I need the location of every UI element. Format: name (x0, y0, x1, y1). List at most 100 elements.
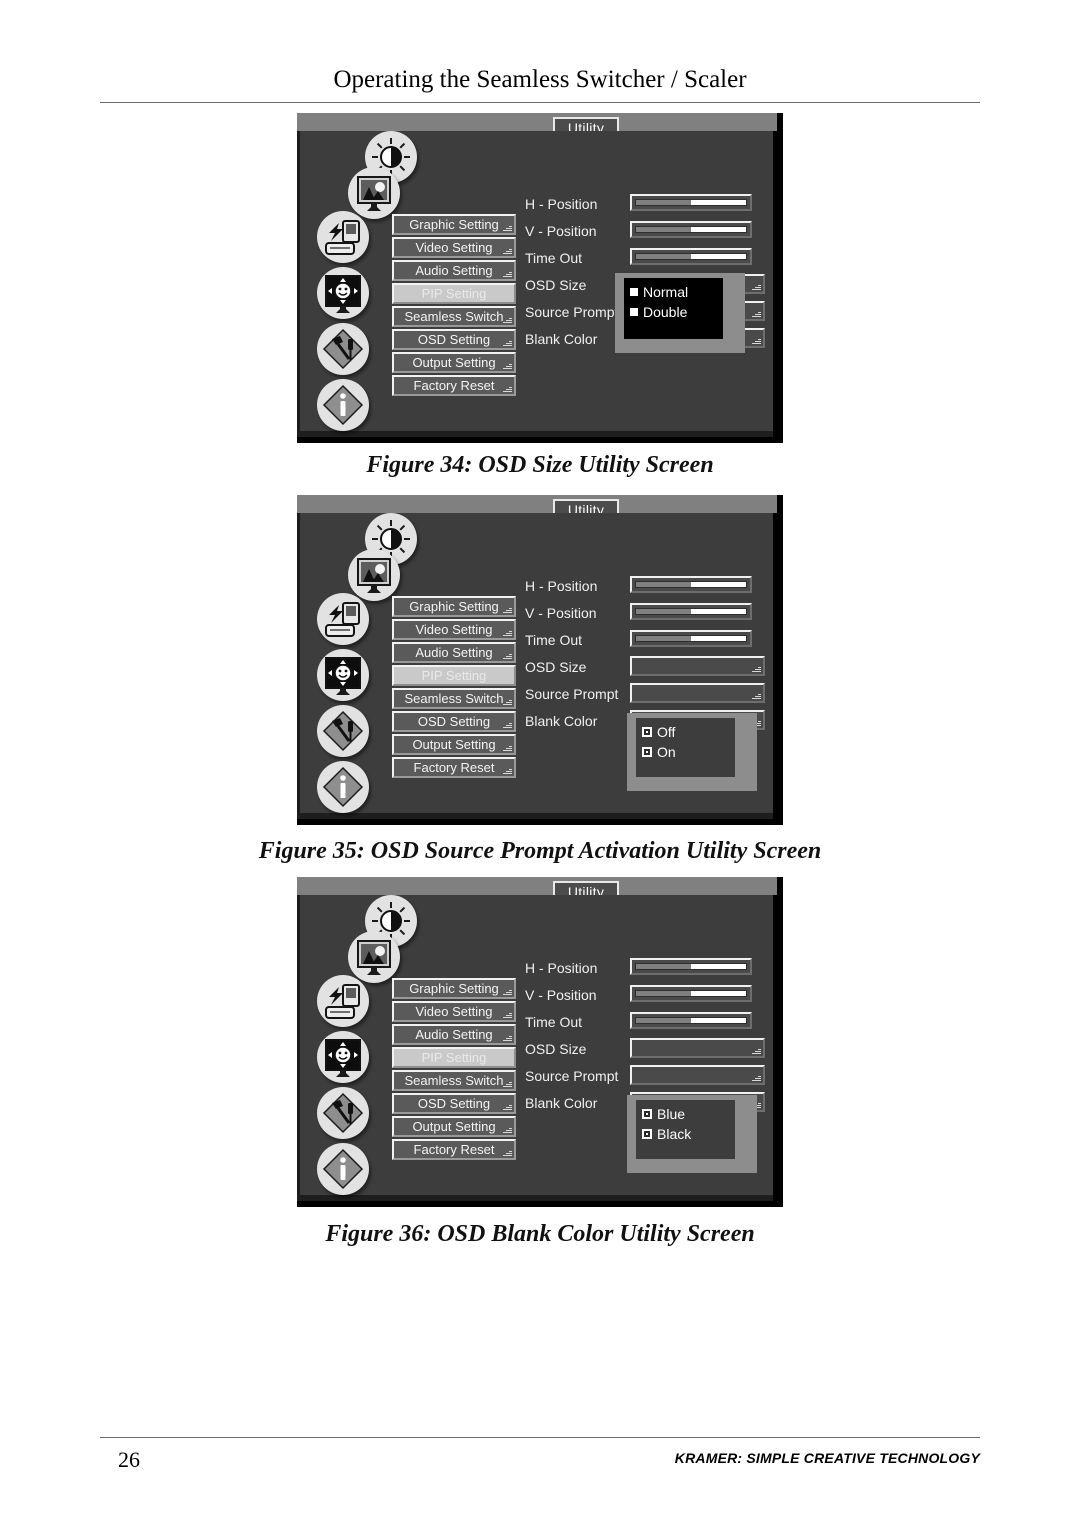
resize-grip-icon (503, 1126, 512, 1134)
slider-h-position[interactable] (630, 958, 752, 975)
menu-item-pip-setting[interactable]: PIP Setting (392, 665, 516, 686)
dropdown-option-normal[interactable]: Normal (630, 282, 717, 302)
header-divider (100, 102, 980, 103)
resize-grip-icon (503, 606, 512, 614)
menu-item-pip-setting[interactable]: PIP Setting (392, 1047, 516, 1068)
resize-grip-icon (503, 385, 512, 393)
setting-label: Blank Color (525, 1095, 598, 1111)
slider-time-out[interactable] (630, 248, 752, 265)
resize-grip-icon (752, 1074, 761, 1082)
menu-item-output-setting[interactable]: Output Setting (392, 734, 516, 755)
dropdown-option-off[interactable]: Off (642, 722, 729, 742)
option-bullet-icon (630, 308, 638, 316)
setting-row-v-position: V - Position (525, 220, 777, 247)
osd-screenshot-figure-34: Utility Graphic Setting Video Setting Audio… (297, 113, 783, 443)
menu-item-video-setting[interactable]: Video Setting (392, 619, 516, 640)
osd-menu-list: Graphic Setting Video Setting Audio Settin… (392, 596, 516, 780)
menu-item-osd-setting[interactable]: OSD Setting (392, 329, 516, 350)
slider-h-position[interactable] (630, 194, 752, 211)
page-number: 26 (118, 1447, 140, 1472)
menu-item-video-setting[interactable]: Video Setting (392, 237, 516, 258)
resize-grip-icon (752, 1047, 761, 1055)
menu-item-seamless-switch[interactable]: Seamless Switch (392, 1070, 516, 1091)
menu-item-osd-setting[interactable]: OSD Setting (392, 1093, 516, 1114)
slider-time-out[interactable] (630, 630, 752, 647)
resize-grip-icon (503, 988, 512, 996)
info-icon[interactable] (317, 1143, 369, 1195)
dropdown-option-double[interactable]: Double (630, 302, 717, 322)
figure-caption-35: Figure 35: OSD Source Prompt Activation … (258, 838, 822, 864)
info-icon[interactable] (317, 761, 369, 813)
menu-item-video-setting[interactable]: Video Setting (392, 1001, 516, 1022)
resize-grip-icon (752, 337, 761, 345)
dropdown-option-black[interactable]: Black (642, 1124, 729, 1144)
slider-fill (691, 227, 746, 232)
slider-fill (691, 582, 746, 587)
slider-v-position[interactable] (630, 985, 752, 1002)
combo-osd-size[interactable] (630, 1038, 765, 1058)
dropdown-option-on[interactable]: On (642, 742, 729, 762)
resize-grip-icon (503, 1149, 512, 1157)
combo-source-prompt[interactable] (630, 683, 765, 703)
setting-row-h-position: H - Position (525, 575, 777, 602)
menu-item-osd-setting[interactable]: OSD Setting (392, 711, 516, 732)
menu-item-pip-setting[interactable]: PIP Setting (392, 283, 516, 304)
input-source-icon[interactable] (317, 211, 369, 263)
resize-grip-icon (503, 698, 512, 706)
menu-item-factory-reset[interactable]: Factory Reset (392, 1139, 516, 1160)
tools-icon[interactable] (317, 1087, 369, 1139)
slider-fill (691, 254, 746, 259)
info-icon[interactable] (317, 379, 369, 431)
menu-item-output-setting[interactable]: Output Setting (392, 1116, 516, 1137)
menu-item-audio-setting[interactable]: Audio Setting (392, 642, 516, 663)
setting-row-v-position: V - Position (525, 984, 777, 1011)
menu-item-factory-reset[interactable]: Factory Reset (392, 757, 516, 778)
setting-label: H - Position (525, 196, 598, 212)
tools-icon[interactable] (317, 323, 369, 375)
menu-item-seamless-switch[interactable]: Seamless Switch (392, 688, 516, 709)
osd-body: Graphic Setting Video Setting Audio Settin… (297, 513, 777, 819)
menu-item-seamless-switch[interactable]: Seamless Switch (392, 306, 516, 327)
dropdown-popup-blank-color[interactable]: Off On (627, 713, 757, 791)
menu-item-audio-setting[interactable]: Audio Setting (392, 1024, 516, 1045)
pip-face-icon[interactable] (317, 649, 369, 701)
dropdown-popup-osd-size[interactable]: Normal Double (615, 273, 745, 353)
osd-left-bevel (297, 513, 300, 815)
setting-label: OSD Size (525, 1041, 587, 1057)
input-source-icon[interactable] (317, 593, 369, 645)
slider-fill (691, 964, 746, 969)
dropdown-option-label: Normal (643, 284, 689, 300)
dropdown-option-label: On (657, 744, 676, 760)
pip-face-icon[interactable] (317, 267, 369, 319)
setting-row-osd-size: OSD Size (525, 656, 777, 683)
combo-osd-size[interactable] (630, 656, 765, 676)
dropdown-popup-blank-color[interactable]: Blue Black (627, 1095, 757, 1173)
setting-label: Blank Color (525, 331, 598, 347)
menu-item-graphic-setting[interactable]: Graphic Setting (392, 214, 516, 235)
resize-grip-icon (503, 1011, 512, 1019)
tools-icon[interactable] (317, 705, 369, 757)
dropdown-option-blue[interactable]: Blue (642, 1104, 729, 1124)
menu-item-audio-setting[interactable]: Audio Setting (392, 260, 516, 281)
menu-item-graphic-setting[interactable]: Graphic Setting (392, 596, 516, 617)
menu-item-graphic-setting[interactable]: Graphic Setting (392, 978, 516, 999)
slider-track (635, 1017, 747, 1024)
dropdown-option-list: Normal Double (624, 278, 723, 339)
slider-track (635, 963, 747, 970)
slider-v-position[interactable] (630, 603, 752, 620)
resize-grip-icon (752, 310, 761, 318)
pip-face-icon[interactable] (317, 1031, 369, 1083)
slider-time-out[interactable] (630, 1012, 752, 1029)
resize-grip-icon (503, 362, 512, 370)
footer-brand: KRAMER: SIMPLE CREATIVE TECHNOLOGY (674, 1450, 980, 1466)
combo-source-prompt[interactable] (630, 1065, 765, 1085)
menu-item-factory-reset[interactable]: Factory Reset (392, 375, 516, 396)
setting-row-osd-size: OSD Size (525, 1038, 777, 1065)
osd-menu-list: Graphic Setting Video Setting Audio Settin… (392, 978, 516, 1162)
slider-h-position[interactable] (630, 576, 752, 593)
input-source-icon[interactable] (317, 975, 369, 1027)
dropdown-option-label: Off (657, 724, 676, 740)
menu-item-output-setting[interactable]: Output Setting (392, 352, 516, 373)
slider-v-position[interactable] (630, 221, 752, 238)
setting-row-source-prompt: Source Prompt (525, 683, 777, 710)
